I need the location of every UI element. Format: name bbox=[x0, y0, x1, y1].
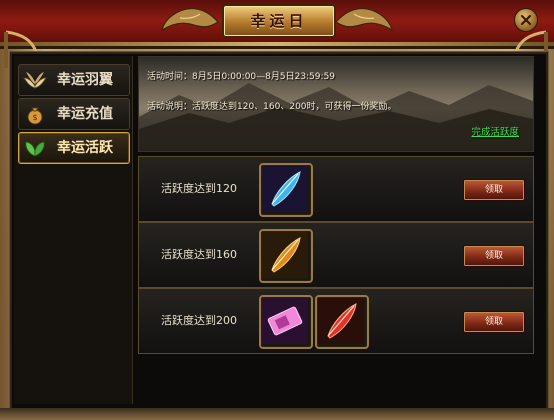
tab-lucky-recharge[interactable]: $ 幸运充值 bbox=[18, 98, 130, 130]
reward-item-slot[interactable] bbox=[259, 229, 313, 283]
dragon-ornament-right-icon bbox=[335, 7, 393, 32]
reward-row-200: 活跃度达到200 领取 bbox=[138, 288, 534, 354]
pink-ticket-icon bbox=[262, 298, 308, 344]
close-icon bbox=[520, 14, 532, 26]
claim-button-label: 领取 bbox=[484, 251, 503, 261]
event-time-text: 活动时间：8月5日0:00:00—8月5日23:59:59 bbox=[147, 72, 336, 82]
claim-button-label: 领取 bbox=[484, 317, 503, 327]
claim-button[interactable]: 领取 bbox=[463, 245, 525, 267]
wing-icon bbox=[23, 72, 47, 89]
orange-feather-icon bbox=[262, 232, 308, 278]
tab-label: 幸运羽翼 bbox=[57, 72, 113, 88]
bottom-border bbox=[0, 408, 554, 420]
money-bag-icon: $ bbox=[27, 107, 43, 125]
tab-label: 幸运充值 bbox=[57, 106, 113, 122]
tab-lucky-activity[interactable]: 幸运活跃 bbox=[18, 132, 130, 164]
leaf-icon bbox=[25, 141, 45, 157]
complete-activity-link[interactable]: 完成活跃度 bbox=[471, 124, 519, 138]
blue-feather-icon bbox=[262, 166, 308, 212]
claim-button-label: 领取 bbox=[484, 185, 503, 195]
tab-column: 幸运羽翼 $ 幸运充值 幸运活跃 bbox=[14, 56, 133, 404]
claim-button[interactable]: 领取 bbox=[463, 179, 525, 201]
window-title: 幸运日 bbox=[250, 12, 308, 30]
tab-lucky-wings[interactable]: 幸运羽翼 bbox=[18, 64, 130, 96]
reward-row-160: 活跃度达到160 领取 bbox=[138, 222, 534, 288]
tab-label: 幸运活跃 bbox=[57, 140, 113, 156]
reward-requirement: 活跃度达到160 bbox=[161, 248, 237, 261]
red-feather-icon bbox=[318, 298, 364, 344]
reward-item-slot[interactable] bbox=[259, 295, 313, 349]
svg-text:$: $ bbox=[32, 113, 37, 122]
reward-item-slot[interactable] bbox=[259, 163, 313, 217]
reward-row-120: 活跃度达到120 领取 bbox=[138, 156, 534, 222]
event-info-banner: 活动时间：8月5日0:00:00—8月5日23:59:59 活动说明：活跃度达到… bbox=[138, 56, 534, 152]
reward-requirement: 活跃度达到200 bbox=[161, 314, 237, 327]
reward-requirement: 活跃度达到120 bbox=[161, 182, 237, 195]
claim-button[interactable]: 领取 bbox=[463, 311, 525, 333]
game-window: 幸运日 幸运羽翼 $ 幸运充值 幸运活跃 活动时间：8月5日0:00:00—8月… bbox=[0, 0, 554, 420]
dragon-ornament-left-icon bbox=[161, 7, 219, 32]
close-button[interactable] bbox=[514, 8, 538, 32]
event-description-text: 活动说明：活跃度达到120、160、200时，可获得一份奖励。 bbox=[147, 102, 397, 112]
window-title-plate: 幸运日 bbox=[222, 4, 336, 38]
reward-item-slot[interactable] bbox=[315, 295, 369, 349]
